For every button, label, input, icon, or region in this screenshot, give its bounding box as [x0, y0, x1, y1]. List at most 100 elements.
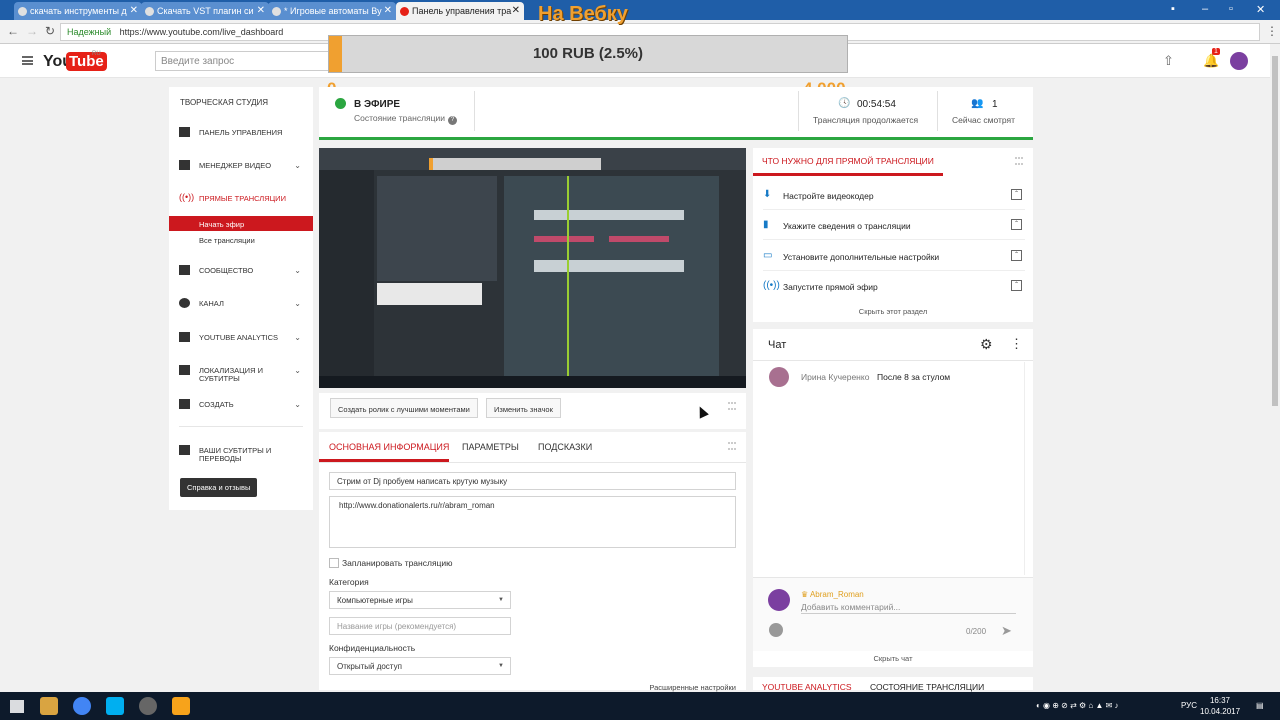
browser-tab[interactable]: скачать инструменты д ✕ [14, 2, 142, 20]
send-icon[interactable]: ➤ [1001, 623, 1012, 639]
stream-description-field[interactable]: http://www.donationalerts.ru/r/abram_rom… [329, 496, 736, 548]
close-tab-icon[interactable]: ✕ [512, 5, 520, 16]
drag-handle-icon[interactable] [728, 402, 736, 410]
file-explorer-icon[interactable] [40, 697, 58, 715]
menu-dots-icon[interactable]: ⋮ [1266, 24, 1278, 38]
hide-checklist-link[interactable]: Скрыть этот раздел [753, 307, 1033, 316]
checklist-item[interactable]: ▭ Установите дополнительные настройки ⌃ [763, 241, 1025, 271]
favicon-icon [145, 7, 154, 16]
hide-chat-link[interactable]: Скрыть чат [753, 654, 1033, 663]
stream-info-panel: ОСНОВНАЯ ИНФОРМАЦИЯ ПАРАМЕТРЫ ПОДСКАЗКИ … [319, 432, 746, 692]
close-window-icon[interactable]: ✕ [1256, 3, 1265, 16]
avatar [768, 589, 790, 611]
obs-icon[interactable] [139, 697, 157, 715]
sidebar-divider [179, 426, 303, 427]
expand-icon[interactable]: ⌃ [1011, 250, 1022, 261]
browser-tab[interactable]: Скачать VST плагин си ✕ [141, 2, 269, 20]
chevron-down-icon: ⌄ [294, 299, 301, 308]
more-vert-icon[interactable]: ⋮ [1010, 336, 1023, 352]
sidebar-item-live[interactable]: ((•)) ПРЯМЫЕ ТРАНСЛЯЦИИ [169, 191, 313, 207]
game-title-input[interactable]: Название игры (рекомендуется) [329, 617, 511, 635]
drag-handle-icon[interactable] [1015, 157, 1023, 165]
schedule-checkbox[interactable] [329, 558, 339, 568]
language-indicator[interactable]: РУС [1181, 701, 1197, 710]
tab-analytics[interactable]: YOUTUBE ANALYTICS [762, 682, 852, 692]
tab-parameters[interactable]: ПАРАМЕТРЫ [462, 442, 519, 452]
sidebar-item-channel[interactable]: КАНАЛ ⌄ [169, 296, 313, 312]
clock-time: 16:37 [1209, 696, 1231, 705]
chat-input[interactable]: Добавить комментарий... [801, 602, 900, 612]
sidebar-item-analytics[interactable]: YOUTUBE ANALYTICS ⌄ [169, 330, 313, 346]
close-tab-icon[interactable]: ✕ [384, 5, 392, 16]
chat-own-name: ♛ Abram_Roman [801, 590, 864, 599]
tab-hints[interactable]: ПОДСКАЗКИ [538, 442, 592, 452]
windows-start-icon[interactable] [10, 700, 24, 713]
chat-scrollbar[interactable] [1024, 362, 1030, 575]
sidebar-item-community[interactable]: СООБЩЕСТВО ⌄ [169, 263, 313, 279]
skype-icon[interactable] [106, 697, 124, 715]
stream-preview-player[interactable] [319, 148, 746, 388]
browser-tab-active[interactable]: Панель управления тра ✕ [396, 2, 524, 20]
privacy-label: Конфиденциальность [329, 643, 416, 653]
sidebar-item-dashboard[interactable]: ПАНЕЛЬ УПРАВЛЕНИЯ [169, 125, 313, 141]
viewers-count: 1 [992, 99, 998, 110]
tray-icons[interactable]: ◐ ◉ ⊕ ⊘ ⇄ ⚙ ⌂ ▲ ✉ ♪ [1036, 701, 1119, 710]
search-input[interactable]: Введите запрос [155, 51, 335, 71]
sidebar-item-create[interactable]: СОЗДАТЬ ⌄ [169, 397, 313, 413]
notifications-center-icon[interactable]: ▤ [1256, 701, 1264, 710]
expand-icon[interactable]: ⌃ [1011, 189, 1022, 200]
upload-icon[interactable]: ⇧ [1163, 53, 1174, 69]
checklist-item[interactable]: ((•)) Запустите прямой эфир ⌃ [763, 271, 1025, 301]
account-avatar[interactable] [1230, 52, 1248, 70]
tab-basic-info[interactable]: ОСНОВНАЯ ИНФОРМАЦИЯ [329, 442, 449, 452]
expand-icon[interactable]: ⌃ [1011, 219, 1022, 230]
category-select[interactable]: Компьютерные игры ▼ [329, 591, 511, 609]
stream-duration: 00:54:54 [857, 99, 896, 110]
scrollbar-thumb[interactable] [1272, 56, 1278, 406]
browser-tab[interactable]: * Игровые автоматы Ву ✕ [268, 2, 396, 20]
create-highlights-button[interactable]: Создать ролик с лучшими моментами [330, 398, 478, 418]
back-icon[interactable]: ← [7, 24, 19, 38]
create-icon [179, 399, 190, 409]
sidebar-subitem-all-streams[interactable]: Все трансляции [169, 232, 313, 247]
expand-icon[interactable]: ⌃ [1011, 280, 1022, 291]
close-tab-icon[interactable]: ✕ [257, 5, 265, 16]
divider [937, 91, 938, 131]
hamburger-menu-icon[interactable] [22, 56, 33, 65]
drag-handle-icon[interactable] [728, 442, 736, 450]
emoji-icon[interactable] [769, 623, 783, 637]
page-scrollbar[interactable] [1270, 44, 1280, 692]
checklist-item[interactable]: ▮ Укажите сведения о трансляции ⌃ [763, 210, 1025, 240]
maximize-icon[interactable]: ▫ [1229, 3, 1233, 15]
minimize-icon[interactable]: – [1202, 3, 1208, 15]
privacy-select[interactable]: Открытый доступ ▼ [329, 657, 511, 675]
sidebar-item-translations[interactable]: ЛОКАЛИЗАЦИЯ И СУБТИТРЫ ⌄ [169, 363, 313, 383]
sidebar-subitem-go-live[interactable]: Начать эфир [169, 216, 313, 231]
profile-icon[interactable]: ▪ [1171, 3, 1175, 15]
checklist-item[interactable]: ⬇ Настройте видеокодер ⌃ [763, 180, 1025, 210]
chevron-down-icon: ⌄ [294, 366, 301, 375]
gear-icon[interactable]: ⚙ [980, 336, 993, 353]
reload-icon[interactable]: ↻ [45, 24, 55, 38]
video-manager-icon [179, 160, 190, 170]
stream-preview-image [319, 148, 746, 388]
taskbar-clock[interactable]: 16:37 10.04.2017 [1200, 695, 1240, 717]
change-thumbnail-button[interactable]: Изменить значок [486, 398, 561, 418]
tab-stream-health[interactable]: СОСТОЯНИЕ ТРАНСЛЯЦИИ [870, 682, 984, 692]
advanced-settings-link[interactable]: Расширенные настройки [649, 683, 736, 692]
notifications-bell-icon[interactable]: 🔔 [1203, 53, 1219, 69]
sidebar-item-video-manager[interactable]: МЕНЕДЖЕР ВИДЕО ⌄ [169, 158, 313, 174]
favicon-icon [18, 7, 27, 16]
fl-studio-icon[interactable] [172, 697, 190, 715]
sidebar-item-subtitles[interactable]: ВАШИ СУБТИТРЫ И ПЕРЕВОДЫ [169, 443, 313, 463]
chrome-icon[interactable] [73, 697, 91, 715]
chat-message-author[interactable]: Ирина Кучеренко [801, 372, 869, 382]
forward-icon[interactable]: → [26, 24, 38, 38]
live-chat-panel: Чат ⚙ ⋮ Ирина Кучеренко После 8 за стуло… [753, 329, 1033, 667]
donation-goal-title: На Вебку [538, 3, 628, 25]
help-icon[interactable]: ? [448, 116, 457, 125]
close-tab-icon[interactable]: ✕ [130, 5, 138, 16]
stream-title-field[interactable]: Стрим от Dj пробуем написать крутую музы… [329, 472, 736, 490]
windows-taskbar: ◐ ◉ ⊕ ⊘ ⇄ ⚙ ⌂ ▲ ✉ ♪ РУС 16:37 10.04.2017… [0, 692, 1280, 720]
help-feedback-button[interactable]: Справка и отзывы [180, 478, 258, 497]
